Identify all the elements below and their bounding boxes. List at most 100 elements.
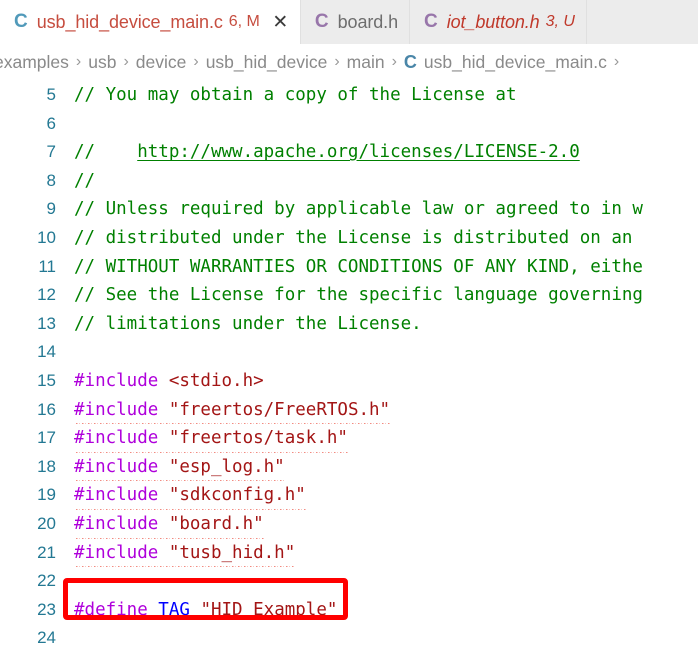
code-token: <stdio.h> <box>168 370 264 391</box>
error-squiggle: #include "freertos/task.h" <box>74 424 348 453</box>
line-number: 20 <box>37 513 56 533</box>
code-line[interactable]: 9 // Unless required by applicable law or… <box>0 195 698 224</box>
line-content[interactable]: // See the License for the specific lang… <box>56 281 698 310</box>
chevron-right-icon: › <box>123 53 129 70</box>
code-lines-container[interactable]: 5 // You may obtain a copy of the License… <box>0 80 698 651</box>
tab-label: board.h <box>337 11 398 32</box>
line-number: 13 <box>37 313 56 333</box>
line-content[interactable]: #include "board.h" <box>56 510 698 539</box>
code-token: // Unless required by applicable law or … <box>74 199 643 220</box>
breadcrumb-item-usb[interactable]: usb <box>88 52 116 73</box>
code-line[interactable]: 7// http://www.apache.org/licenses/LICEN… <box>0 138 698 167</box>
tab-bar-empty-area <box>586 0 698 44</box>
line-number: 10 <box>37 227 56 247</box>
line-content[interactable]: // distributed under the License is dist… <box>56 224 698 253</box>
code-token: "sdkconfig.h" <box>168 485 306 506</box>
breadcrumb-item-usb-hid-device[interactable]: usb_hid_device <box>206 52 328 73</box>
line-content[interactable]: // <box>56 167 698 196</box>
code-line[interactable]: 14 <box>0 338 698 367</box>
c-file-icon: C <box>403 51 417 72</box>
code-line[interactable]: 8 // <box>0 167 698 196</box>
breadcrumb-item-file[interactable]: usb_hid_device_main.c <box>424 52 607 73</box>
code-token: // You may obtain a copy of the License … <box>74 85 517 105</box>
code-line[interactable]: 13 // limitations under the License. <box>0 310 698 339</box>
code-token: "tusb_hid.h" <box>168 542 296 563</box>
code-token: #include <box>74 428 169 449</box>
code-token: "freertos/FreeRTOS.h" <box>168 399 391 420</box>
line-content[interactable]: // http://www.apache.org/licenses/LICENS… <box>56 138 698 167</box>
line-content[interactable]: // You may obtain a copy of the License … <box>56 81 698 110</box>
line-number: 9 <box>46 199 56 219</box>
line-content[interactable]: // limitations under the License. <box>56 310 698 339</box>
code-line[interactable]: 6 <box>0 110 698 139</box>
tab-label: iot_button.h <box>446 11 540 32</box>
line-number: 15 <box>37 370 56 390</box>
line-number: 6 <box>46 113 56 133</box>
code-line[interactable]: 12 // See the License for the specific la… <box>0 281 698 310</box>
chevron-right-icon: › <box>193 53 199 70</box>
code-token: "board.h" <box>168 513 264 534</box>
c-file-icon: C <box>314 11 329 32</box>
line-content[interactable] <box>56 338 698 367</box>
chevron-right-icon: › <box>391 53 397 70</box>
breadcrumb-item-device[interactable]: device <box>136 52 187 73</box>
code-line[interactable]: 5 // You may obtain a copy of the License… <box>0 81 698 110</box>
line-number: 17 <box>37 428 56 448</box>
code-editor[interactable]: 5 // You may obtain a copy of the License… <box>0 80 698 651</box>
line-content[interactable]: #include "esp_log.h" <box>56 453 698 482</box>
code-token: #include <box>74 456 169 477</box>
code-token: #include <box>74 513 169 534</box>
line-content[interactable]: #include "sdkconfig.h" <box>56 481 698 510</box>
code-token: #include <box>74 370 169 391</box>
code-line[interactable]: 15 #include <stdio.h> <box>0 367 698 396</box>
line-number: 16 <box>37 399 56 419</box>
tab-board-h[interactable]: C board.h <box>300 0 410 44</box>
line-content[interactable]: #include "freertos/task.h" <box>56 424 698 453</box>
line-number: 8 <box>46 170 56 190</box>
code-line[interactable]: 22 <box>0 567 698 596</box>
code-link[interactable]: http://www.apache.org/licenses/LICENSE-2… <box>137 142 580 162</box>
tab-usb-hid-device-main-c[interactable]: C usb_hid_device_main.c 6, M ✕ <box>0 0 301 44</box>
line-content[interactable]: // Unless required by applicable law or … <box>56 195 698 224</box>
line-content[interactable]: #include <stdio.h> <box>56 367 698 396</box>
line-number: 11 <box>38 256 56 276</box>
code-token: #include <box>74 542 169 563</box>
chevron-right-icon: › <box>75 53 82 70</box>
line-content[interactable] <box>56 567 698 596</box>
line-number: 12 <box>37 285 56 305</box>
line-content[interactable]: #include "freertos/FreeRTOS.h" <box>56 396 698 425</box>
code-token: // See the License for the specific lang… <box>74 285 643 306</box>
line-number: 23 <box>37 599 56 619</box>
line-content[interactable]: #include "tusb_hid.h" <box>56 539 698 568</box>
code-line[interactable]: 10 // distributed under the License is di… <box>0 224 698 253</box>
line-content[interactable] <box>56 110 698 139</box>
line-content[interactable]: #define TAG "HID Example" <box>56 596 698 625</box>
breadcrumb-item-examples[interactable]: examples <box>0 52 69 73</box>
line-content[interactable]: // WITHOUT WARRANTIES OR CONDITIONS OF A… <box>56 253 698 282</box>
editor-tab-bar: C usb_hid_device_main.c 6, M ✕ C board.h… <box>0 0 698 44</box>
line-number: 21 <box>37 542 56 562</box>
code-line[interactable]: 19 #include "sdkconfig.h" <box>0 481 698 510</box>
error-squiggle: #include "tusb_hid.h" <box>74 539 296 568</box>
code-line[interactable]: 11 // WITHOUT WARRANTIES OR CONDITIONS OF… <box>0 253 698 282</box>
tab-badge: 6, M <box>228 13 260 30</box>
code-line[interactable]: 18 #include "esp_log.h" <box>0 453 698 482</box>
line-content[interactable] <box>56 624 698 651</box>
tab-iot-button-h[interactable]: C iot_button.h 3, U <box>409 0 587 44</box>
line-number: 7 <box>46 142 56 162</box>
code-token: // distributed under the License is dist… <box>74 227 643 248</box>
code-line[interactable]: 16 #include "freertos/FreeRTOS.h" <box>0 396 698 425</box>
chevron-right-icon: › <box>334 53 340 70</box>
code-line[interactable]: 20 #include "board.h" <box>0 510 698 539</box>
tab-badge: 3, U <box>545 13 575 30</box>
code-line[interactable]: 23 #define TAG "HID Example" <box>0 596 698 625</box>
code-line[interactable]: 17 #include "freertos/task.h" <box>0 424 698 453</box>
breadcrumb-item-main[interactable]: main <box>347 52 385 73</box>
code-line[interactable]: 24 <box>0 624 698 651</box>
code-token: "esp_log.h" <box>168 456 285 477</box>
code-token: // limitations under the License. <box>74 313 422 334</box>
close-icon[interactable]: ✕ <box>272 13 289 32</box>
breadcrumb: examples › usb › device › usb_hid_device… <box>0 44 698 80</box>
code-line[interactable]: 21 #include "tusb_hid.h" <box>0 539 698 568</box>
code-token: "HID Example" <box>200 599 338 620</box>
